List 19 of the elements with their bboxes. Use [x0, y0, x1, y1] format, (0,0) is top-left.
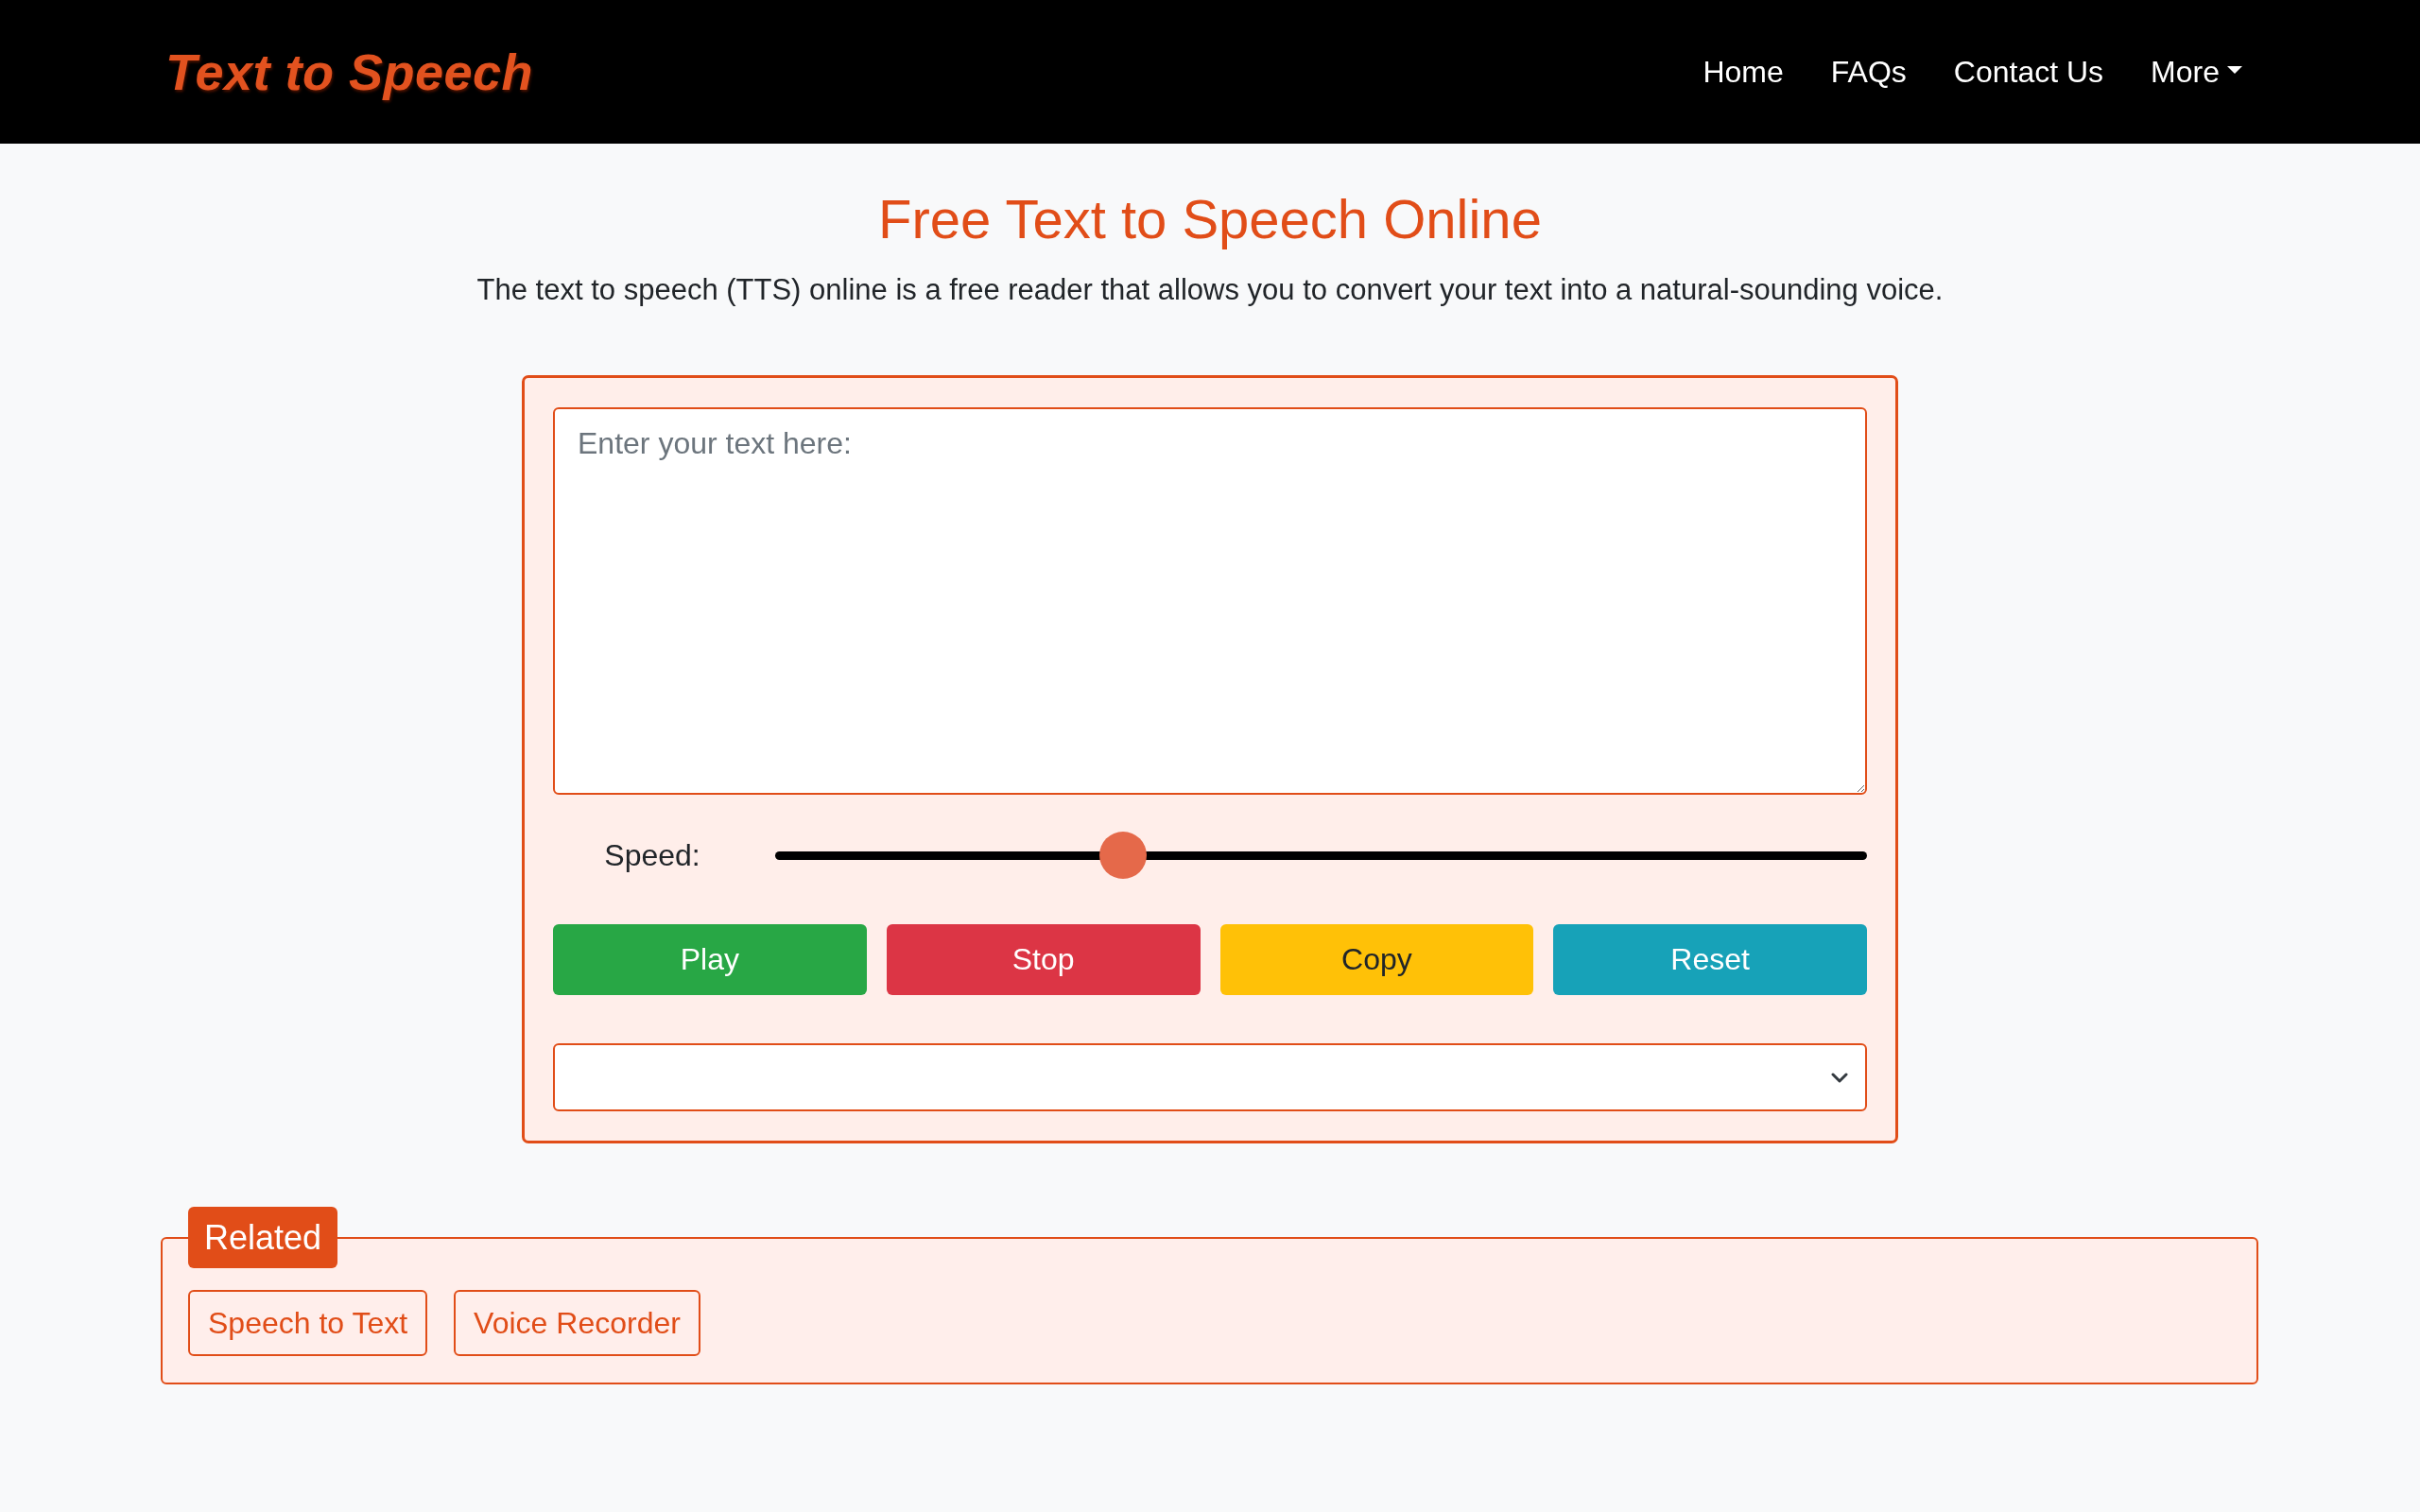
related-legend: Related — [188, 1207, 338, 1269]
action-button[interactable]: Reset — [1553, 924, 1867, 996]
nav-link[interactable]: Contact Us — [1929, 43, 2128, 101]
related-link[interactable]: Voice Recorder — [454, 1290, 700, 1357]
voice-select[interactable] — [553, 1043, 1867, 1112]
nav-dropdown[interactable]: More — [2127, 43, 2266, 101]
logo[interactable]: Text to Speech — [165, 41, 534, 103]
page-description: The text to speech (TTS) online is a free reader that allows you to convert your text into a natural-sounding voice. — [475, 271, 1945, 308]
chevron-down-icon — [1831, 1072, 1848, 1083]
nav-link[interactable]: Home — [1679, 43, 1807, 101]
caret-icon — [2227, 66, 2242, 74]
page-title: Free Text to Speech Online — [877, 187, 1543, 251]
text-input[interactable]: Enter your text here: — [553, 407, 1867, 796]
nav-link[interactable]: FAQs — [1806, 43, 1930, 101]
speed-label: Speed: — [604, 837, 700, 873]
action-button[interactable]: Play — [553, 924, 867, 996]
related-link[interactable]: Speech to Text — [188, 1290, 428, 1357]
action-button[interactable]: Copy — [1219, 924, 1534, 996]
action-button[interactable]: Stop — [886, 924, 1201, 996]
